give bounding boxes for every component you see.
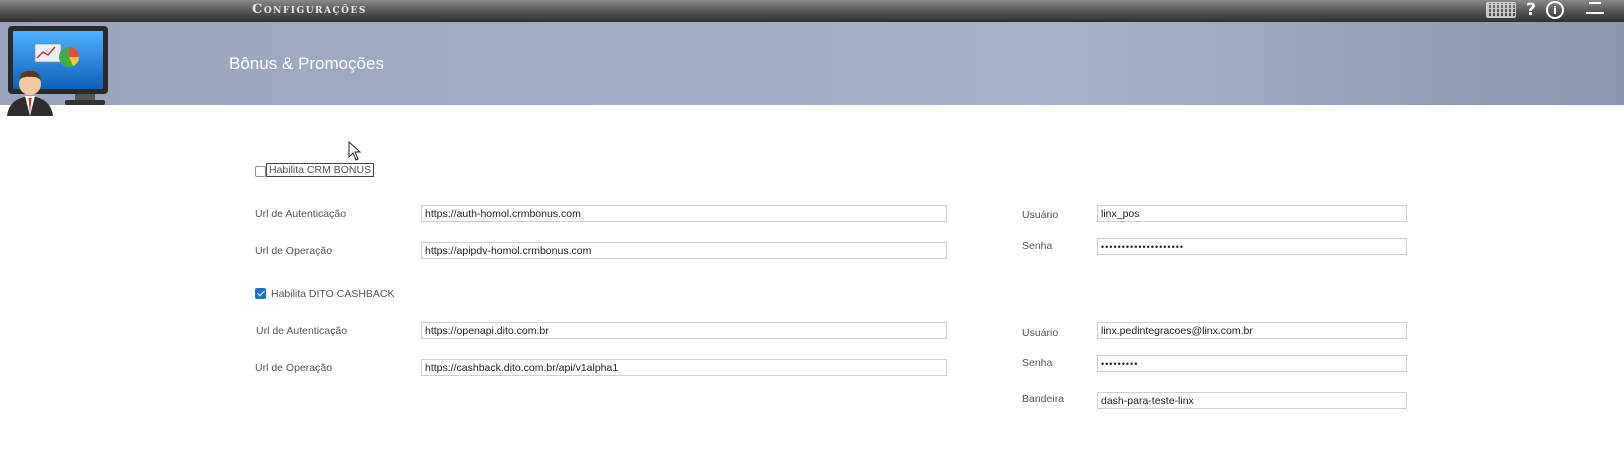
window-title: Configurações [252, 2, 367, 17]
dito-password-label: Senha [1022, 357, 1053, 369]
dito-flag-input[interactable]: dash-para-teste-linx [1097, 392, 1407, 409]
cursor-arrow-icon [348, 141, 362, 161]
crm-auth-url-input[interactable]: https://auth-homol.crmbonus.com [421, 205, 947, 222]
dito-user-input[interactable]: linx.pedintegracoes@linx.com.br [1097, 322, 1407, 339]
dito-password-input[interactable]: ••••••••• [1097, 355, 1407, 372]
keyboard-icon[interactable] [1486, 2, 1517, 18]
dito-auth-url-input[interactable]: https://openapi.dito.com.br [421, 322, 947, 339]
crm-password-label: Senha [1022, 240, 1053, 252]
crm-user-label: Usuário [1022, 209, 1059, 221]
title-bar-icons: ? i [1486, 1, 1604, 19]
minimize-icon[interactable] [1586, 0, 1604, 14]
crm-password-input[interactable]: •••••••••••••••••••• [1097, 238, 1407, 255]
header-band: Bônus & Promoções [0, 22, 1624, 105]
crm-bonus-checkbox[interactable] [255, 166, 266, 177]
info-icon[interactable]: i [1546, 1, 1564, 19]
crm-op-url-input[interactable]: https://apipdv-homol.crmbonus.com [421, 242, 947, 259]
crm-auth-url-label: Url de Autenticação [255, 208, 347, 220]
dito-op-url-label: Url de Operação [255, 362, 333, 374]
title-bar: Configurações ? i [0, 0, 1624, 22]
app-logo-icon [7, 26, 108, 116]
crm-user-input[interactable]: linx_pos [1097, 205, 1407, 222]
dito-flag-label: Bandeira [1022, 393, 1065, 405]
crm-op-url-label: Url de Operação [255, 245, 333, 257]
dito-auth-url-label: Url de Autenticação [256, 325, 348, 337]
dito-cashback-checkbox[interactable] [255, 288, 266, 299]
dito-cashback-enable-label[interactable]: Habilita DITO CASHBACK [271, 288, 395, 300]
page-title: Bônus & Promoções [229, 54, 384, 73]
crm-bonus-enable-label[interactable]: Habilita CRM BONUS [265, 163, 375, 177]
dito-user-label: Usuário [1022, 327, 1059, 339]
help-icon[interactable]: ? [1526, 1, 1536, 19]
dito-op-url-input[interactable]: https://cashback.dito.com.br/api/v1alpha… [421, 359, 947, 376]
